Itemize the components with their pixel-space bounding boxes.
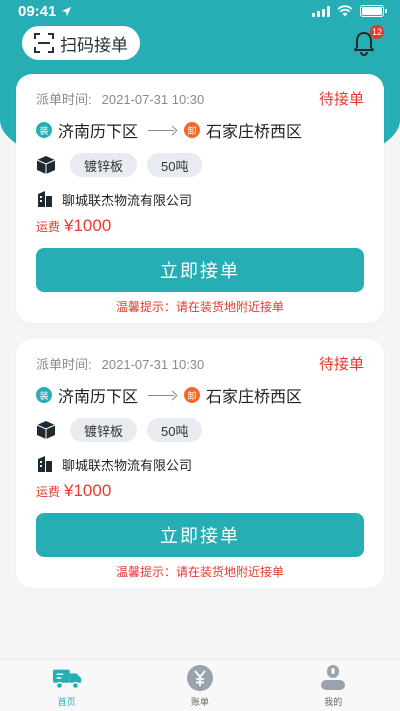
status-time: 09:41 (18, 2, 57, 20)
destination-city: 石家庄桥西区 (206, 124, 303, 141)
freight-fee-amount: ¥1000 (64, 216, 112, 235)
tab-mine[interactable]: 我的 (293, 663, 373, 708)
scan-icon (34, 33, 54, 53)
accept-order-button[interactable]: 立即接单 (36, 248, 364, 292)
load-pin-icon: 装 (36, 387, 52, 403)
cellular-signal-icon (312, 5, 330, 17)
app-header: 扫码接单 12 (0, 24, 400, 62)
order-card: 派单时间: 2021-07-31 10:30 待接单 装 济南历下区 卸 石家庄桥… (16, 74, 384, 323)
dispatch-time-value: 2021-07-31 10:30 (101, 91, 205, 107)
building-icon (38, 456, 52, 472)
route: 装 济南历下区 卸 石家庄桥西区 (36, 384, 364, 406)
weight-tag: 50吨 (147, 153, 203, 177)
status-bar: 09:41 (0, 0, 400, 22)
tab-mine-label: 我的 (324, 697, 343, 707)
route-arrow-icon (148, 390, 178, 400)
notification-button[interactable]: 12 (352, 25, 384, 56)
freight-fee-amount: ¥1000 (64, 481, 112, 500)
dispatch-time: 派单时间: 2021-07-31 10:30 (36, 89, 204, 108)
notification-badge: 12 (369, 25, 384, 39)
dispatch-time-label: 派单时间: (36, 356, 92, 372)
cargo-box-icon (36, 421, 56, 439)
freight-fee: 运费 ¥1000 (36, 481, 364, 505)
building-icon (38, 191, 52, 207)
wifi-icon (337, 5, 353, 17)
company-name: 聊城联杰物流有限公司 (62, 457, 193, 473)
freight-fee-label: 运费 (36, 220, 61, 234)
route: 装 济南历下区 卸 石家庄桥西区 (36, 119, 364, 141)
freight-fee: 运费 ¥1000 (36, 216, 364, 240)
unload-pin-icon: 卸 (184, 122, 201, 138)
destination-city: 石家庄桥西区 (206, 389, 303, 406)
origin-city: 济南历下区 (58, 124, 139, 141)
company-name: 聊城联杰物流有限公司 (62, 192, 193, 208)
dispatch-time-value: 2021-07-31 10:30 (101, 356, 205, 372)
tab-home-label: 首页 (57, 697, 76, 707)
dispatch-time: 派单时间: 2021-07-31 10:30 (36, 354, 204, 373)
order-status: 待接单 (318, 355, 364, 373)
material-tag: 镀锌板 (70, 153, 138, 177)
tip-text: 温馨提示：请在装货地附近接单 (115, 300, 284, 314)
route-arrow-icon (148, 125, 178, 135)
material-tag: 镀锌板 (70, 418, 138, 442)
order-card: 派单时间: 2021-07-31 10:30 待接单 装 济南历下区 卸 石家庄桥… (16, 339, 384, 588)
dispatch-time-label: 派单时间: (36, 91, 92, 107)
accept-order-button[interactable]: 立即接单 (36, 513, 364, 557)
freight-fee-label: 运费 (36, 485, 61, 499)
cargo-tags: 镀锌板 50吨 (36, 417, 364, 443)
yuan-icon (185, 663, 215, 693)
battery-icon (360, 5, 387, 17)
origin-city: 济南历下区 (58, 389, 139, 406)
scan-order-label: 扫码接单 (60, 35, 128, 55)
tab-bills[interactable]: 账单 (160, 663, 240, 708)
load-pin-icon: 装 (36, 122, 52, 138)
tip-text: 温馨提示：请在装货地附近接单 (115, 565, 284, 579)
truck-icon (52, 663, 82, 693)
user-icon (318, 663, 348, 693)
company-row: 聊城联杰物流有限公司 (36, 188, 364, 210)
order-status: 待接单 (318, 90, 364, 108)
company-row: 聊城联杰物流有限公司 (36, 453, 364, 475)
scan-order-button[interactable]: 扫码接单 (22, 26, 140, 60)
cargo-tags: 镀锌板 50吨 (36, 152, 364, 178)
weight-tag: 50吨 (147, 418, 203, 442)
tab-bills-label: 账单 (190, 697, 209, 707)
location-arrow-icon (62, 6, 72, 16)
tab-home[interactable]: 首页 (27, 663, 107, 708)
bottom-tab-bar: 首页 账单 我的 (0, 659, 400, 711)
cargo-box-icon (36, 156, 56, 174)
unload-pin-icon: 卸 (184, 387, 201, 403)
